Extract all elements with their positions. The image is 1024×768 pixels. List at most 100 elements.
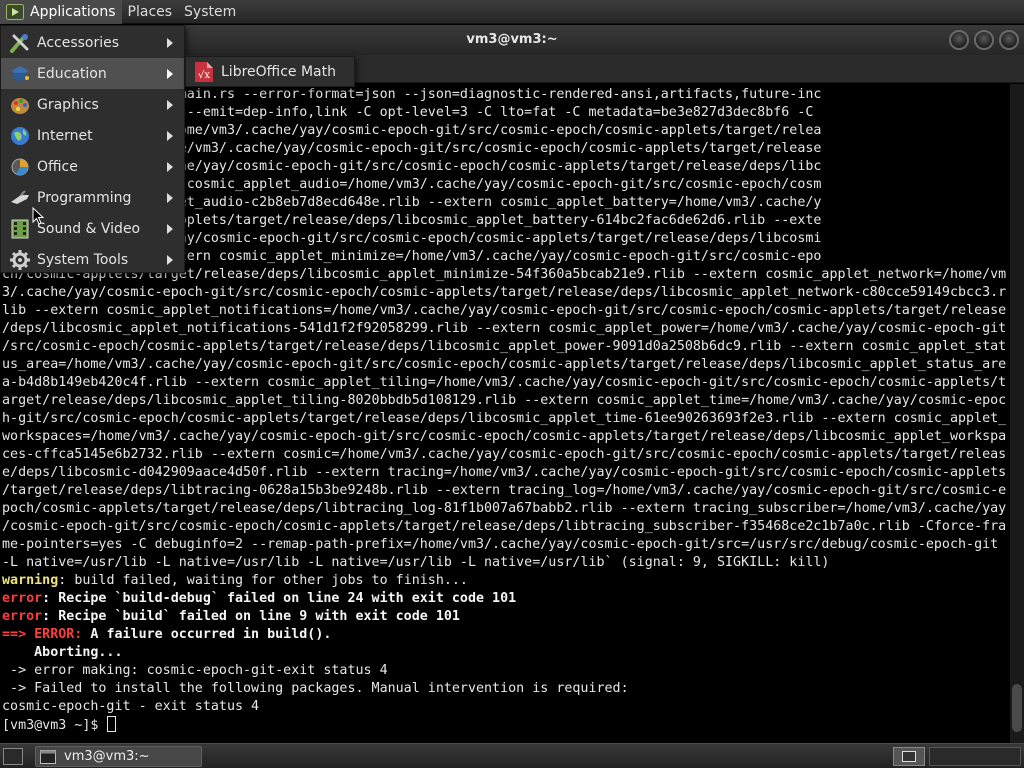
terminal-line: /src/cosmic-epoch/cosmic-applets/target/…: [2, 338, 1010, 356]
places-menu[interactable]: Places: [122, 0, 179, 24]
terminal-text-span: warning: [2, 573, 59, 588]
svg-text:√x: √x: [198, 70, 210, 81]
terminal-text-span: Aborting...: [2, 645, 123, 660]
chevron-right-icon: [167, 192, 173, 203]
terminal-icon: [40, 749, 56, 764]
terminal-line: poch/cosmic-applets/target/release/deps/…: [2, 500, 1010, 518]
terminal-line: ==> ERROR: A failure occurred in build()…: [2, 626, 1010, 644]
applications-menu-label: Applications: [30, 3, 116, 20]
terminal-line: 3/.cache/yay/cosmic-epoch-git/src/cosmic…: [2, 284, 1010, 302]
chevron-right-icon: [167, 254, 173, 265]
chevron-right-icon: [167, 99, 173, 110]
show-desktop-button[interactable]: [3, 748, 23, 765]
menu-item-label: Sound & Video: [37, 220, 141, 237]
workspace-1[interactable]: [893, 747, 925, 766]
system-menu[interactable]: System: [178, 0, 242, 24]
applications-menu[interactable]: Applications: [0, 0, 122, 24]
menu-item-graphics[interactable]: Graphics: [1, 89, 184, 120]
mouse-pointer-icon: [32, 207, 44, 225]
terminal-text-span: [vm3@vm3 ~]$: [2, 718, 107, 733]
terminal-text-span: poch/cosmic-applets/target/release/deps/…: [2, 501, 1007, 516]
terminal-line: Aborting...: [2, 644, 1010, 662]
terminal-line: warning: build failed, waiting for other…: [2, 572, 1010, 590]
terminal-text-span: e/deps/libcosmic-d042909aace4d50f.rlib -…: [2, 465, 1007, 480]
terminal-line: e/deps/libcosmic-d042909aace4d50f.rlib -…: [2, 464, 1010, 482]
terminal-text-span: /deps/libcosmic_applet_notifications-541…: [2, 321, 1007, 336]
chevron-right-icon: [167, 223, 173, 234]
accessories-icon: [10, 33, 29, 53]
education-icon: [11, 65, 29, 81]
system-menu-label: System: [184, 3, 237, 20]
terminal-text-span: /src/cosmic-epoch/cosmic-applets/target/…: [2, 339, 1007, 354]
menu-item-system-tools[interactable]: System Tools: [1, 244, 184, 275]
terminal-text-span: lib --extern cosmic_applet_notifications…: [2, 303, 1007, 318]
terminal-line: lib --extern cosmic_applet_notifications…: [2, 302, 1010, 320]
applications-dropdown: Accessories Education Graphics Internet: [0, 25, 185, 273]
terminal-text-span: 3/.cache/yay/cosmic-epoch-git/src/cosmic…: [2, 285, 1007, 300]
menu-item-label: Internet: [37, 127, 93, 144]
places-menu-label: Places: [127, 3, 173, 20]
workspace-2[interactable]: [929, 747, 1021, 766]
terminal-line: error: Recipe `build-debug` failed on li…: [2, 590, 1010, 608]
terminal-text-span: me-pointers=yes -C debuginfo=2 --remap-p…: [2, 537, 999, 552]
menu-item-label: Education: [37, 65, 107, 82]
menu-item-label: Programming: [37, 189, 132, 206]
terminal-line: -> error making: cosmic-epoch-git-exit s…: [2, 662, 1010, 680]
terminal-scrollbar[interactable]: [1010, 84, 1024, 743]
terminal-line: me-pointers=yes -C debuginfo=2 --remap-p…: [2, 536, 1010, 554]
taskbar-window-button[interactable]: vm3@vm3:~: [35, 746, 202, 767]
terminal-line: a-b4d8b149eb420c4f.rlib --extern cosmic_…: [2, 374, 1010, 392]
menu-item-education[interactable]: Education: [1, 58, 184, 89]
scrollbar-thumb[interactable]: [1012, 684, 1022, 732]
bottom-panel: vm3@vm3:~: [0, 743, 1024, 768]
graphics-icon: [11, 97, 29, 114]
terminal-line: h-git/src/cosmic-epoch/cosmic-applets/ta…: [2, 410, 1010, 428]
libreoffice-math-icon: √x: [195, 61, 213, 82]
terminal-text-span: -L native=/usr/lib -L native=/usr/lib -L…: [2, 555, 830, 570]
terminal-text-span: error: [2, 609, 43, 624]
menu-item-label: System Tools: [37, 251, 129, 268]
terminal-line: /cosmic-epoch-git/src/cosmic-epoch/cosmi…: [2, 518, 1010, 536]
terminal-text-span: /cosmic-epoch-git/src/cosmic-epoch/cosmi…: [2, 519, 1007, 534]
terminal-text-span: : Recipe `build-debug` failed on line 24…: [42, 591, 517, 606]
terminal-line: -L native=/usr/lib -L native=/usr/lib -L…: [2, 554, 1010, 572]
close-button[interactable]: [999, 30, 1019, 50]
terminal-text-span: : build failed, waiting for other jobs t…: [58, 573, 468, 588]
menu-item-label: Graphics: [37, 96, 99, 113]
chevron-right-icon: [167, 37, 173, 48]
workspace-window-thumbnail: [902, 751, 916, 762]
terminal-text-span: ces-cffca5145e6b2732.rlib --extern cosmi…: [2, 447, 1007, 462]
terminal-text-span: us_area=/home/vm3/.cache/yay/cosmic-epoc…: [2, 357, 1007, 372]
terminal-cursor: [107, 716, 117, 732]
terminal-line: cosmic-epoch-git - exit status 4: [2, 698, 1010, 716]
menu-item-libreoffice-math[interactable]: √x LibreOffice Math: [185, 56, 355, 87]
submenu-item-label: LibreOffice Math: [221, 63, 336, 80]
maximize-button[interactable]: [974, 30, 994, 50]
terminal-line: [vm3@vm3 ~]$: [2, 716, 1010, 734]
terminal-line: error: Recipe `build` failed on line 9 w…: [2, 608, 1010, 626]
terminal-text-span: cosmic-epoch-git - exit status 4: [2, 699, 260, 714]
terminal-text-span: h-git/src/cosmic-epoch/cosmic-applets/ta…: [2, 411, 1007, 426]
menu-item-sound-video[interactable]: Sound & Video: [1, 213, 184, 244]
menu-item-label: Office: [37, 158, 78, 175]
programming-icon: [11, 189, 29, 204]
terminal-line: ces-cffca5145e6b2732.rlib --extern cosmi…: [2, 446, 1010, 464]
menu-item-accessories[interactable]: Accessories: [1, 27, 184, 58]
office-icon: [11, 158, 29, 175]
taskbar-window-label: vm3@vm3:~: [64, 749, 150, 764]
terminal-text-span: -> error making: cosmic-epoch-git-exit s…: [2, 663, 388, 678]
menu-item-programming[interactable]: Programming: [1, 182, 184, 213]
terminal-text-span: /target/release/deps/libtracing-0628a15b…: [2, 483, 1007, 498]
terminal-line: workspaces=/home/vm3/.cache/yay/cosmic-e…: [2, 428, 1010, 446]
chevron-right-icon: [167, 68, 173, 79]
terminal-line: /target/release/deps/libtracing-0628a15b…: [2, 482, 1010, 500]
chevron-right-icon: [167, 130, 173, 141]
terminal-text-span: error: [2, 591, 43, 606]
menu-item-office[interactable]: Office: [1, 151, 184, 182]
menu-item-internet[interactable]: Internet: [1, 120, 184, 151]
minimize-button[interactable]: [949, 30, 969, 50]
terminal-text-span: ==> ERROR:: [2, 627, 83, 642]
terminal-line: us_area=/home/vm3/.cache/yay/cosmic-epoc…: [2, 356, 1010, 374]
applications-icon: [6, 3, 24, 20]
internet-icon: [11, 126, 29, 145]
